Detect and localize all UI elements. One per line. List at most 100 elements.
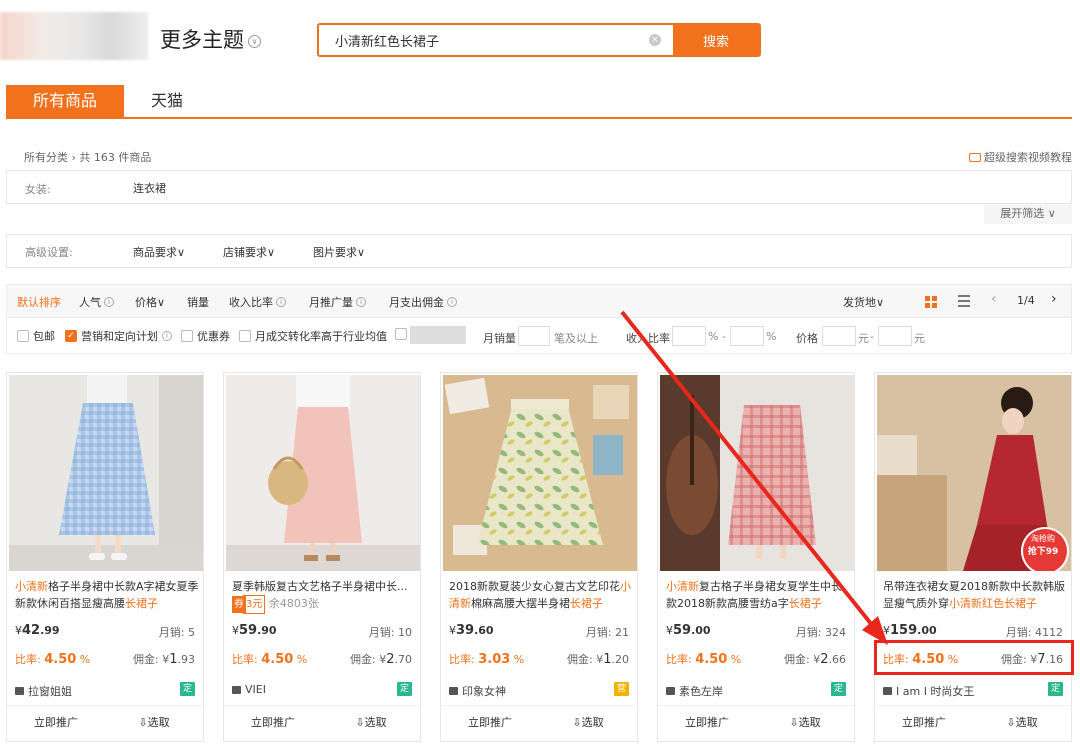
promote-button[interactable]: 立即推广 (224, 706, 322, 741)
product-image[interactable] (443, 375, 637, 571)
shop-name[interactable]: VIEI (232, 683, 266, 696)
next-page-icon[interactable]: › (1051, 291, 1057, 307)
commission-amount: 佣金: ¥1.20 (567, 652, 629, 667)
product-image[interactable]: 淘抢购 抢下99 (877, 375, 1071, 571)
sort-monthly-promotion-label: 月推广量 (309, 296, 353, 309)
free-shipping-label: 包邮 (33, 330, 55, 343)
card-actions: 立即推广 ⇩选取 (875, 705, 1071, 741)
search-input[interactable] (319, 25, 649, 55)
yuan-label: 元 (914, 332, 925, 345)
commission-rate: 比率: 4.50 % (15, 652, 91, 667)
product-image[interactable] (660, 375, 854, 571)
search-box: × 搜索 (317, 23, 761, 57)
grid-view-icon[interactable] (925, 296, 937, 308)
product-image[interactable] (226, 375, 420, 571)
shop-icon (449, 687, 458, 695)
category-label: 女装: (25, 183, 51, 196)
monthly-sales: 月销: 5 (158, 626, 195, 639)
product-title[interactable]: 夏季韩版复古文艺格子半身裙中长... 券 3元 余4803张 (232, 578, 416, 614)
category-value-dress[interactable]: 连衣裙 (133, 180, 166, 196)
plan-badge: 营 (614, 682, 629, 696)
flash-sale-top: 淘抢购 (1031, 534, 1055, 543)
tab-tmall[interactable]: 天猫 (124, 85, 210, 117)
product-price: ¥59.00 (666, 623, 711, 638)
prev-page-icon[interactable]: ‹ (991, 291, 997, 307)
product-card[interactable]: 夏季韩版复古文艺格子半身裙中长... 券 3元 余4803张 ¥59.90 月销:… (223, 372, 421, 742)
shop-name[interactable]: I am I 时尚女王 (883, 683, 974, 699)
price-min-input[interactable] (822, 326, 856, 346)
select-button[interactable]: ⇩选取 (105, 706, 203, 741)
checkbox-checked-icon: ✓ (65, 330, 77, 342)
sort-monthly-commission-label: 月支出佣金 (389, 296, 444, 309)
select-button[interactable]: ⇩选取 (973, 706, 1071, 741)
coupon-label: 优惠券 (197, 330, 230, 343)
ship-from-dropdown[interactable]: 发货地∨ (843, 294, 884, 310)
sort-price[interactable]: 价格∨ (135, 294, 165, 310)
sort-sales[interactable]: 销量 (187, 294, 209, 310)
video-tutorial-link[interactable]: 超级搜索视频教程 (969, 149, 1072, 165)
sort-monthly-promotion[interactable]: 月推广量 i (309, 294, 366, 310)
highlight-box (874, 640, 1074, 675)
expand-filter-button[interactable]: 展开筛选 ∨ (984, 204, 1072, 224)
sort-popularity[interactable]: 人气 i (79, 294, 114, 310)
blurred-logo (0, 12, 148, 60)
product-title[interactable]: 吊带连衣裙女夏2018新款中长款韩版显瘦气质外穿小清新红色长裙子 (883, 578, 1067, 614)
checkbox-free-shipping[interactable]: 包邮 (17, 328, 55, 344)
conversion-label: 月成交转化率高于行业均值 (255, 330, 387, 343)
product-card[interactable]: 2018新款夏装少女心复古文艺印花小清新棉麻高腰大摆半身裙长裙子 ¥39.60 … (440, 372, 638, 742)
shop-name[interactable]: 拉窗姐姐 (15, 683, 72, 699)
checkbox-icon (395, 328, 407, 340)
list-view-icon[interactable] (958, 295, 970, 307)
chevron-down-icon: ∨ (248, 34, 261, 48)
shop-requirements-dropdown[interactable]: 店铺要求∨ (223, 244, 275, 260)
video-tutorial-label: 超级搜索视频教程 (984, 151, 1072, 164)
product-card[interactable]: 小清新复古格子半身裙女夏学生中长款2018新款高腰雪纺a字长裙子 ¥59.00 … (657, 372, 855, 742)
select-button[interactable]: ⇩选取 (756, 706, 854, 741)
sort-sales-label: 销量 (187, 296, 209, 309)
checkbox-icon (17, 330, 29, 342)
info-icon: i (276, 297, 286, 307)
sort-monthly-commission[interactable]: 月支出佣金 i (389, 294, 457, 310)
promote-button[interactable]: 立即推广 (7, 706, 105, 741)
product-image[interactable] (9, 375, 203, 571)
dash-label: - (870, 330, 874, 343)
clear-icon[interactable]: × (649, 34, 661, 46)
product-tabs: 所有商品 天猫 (6, 85, 1072, 119)
coupon-remaining: 余4803张 (268, 597, 319, 610)
shop-name[interactable]: 印象女神 (449, 683, 506, 699)
info-icon: i (162, 331, 172, 341)
checkbox-marketing-plan[interactable]: ✓ 营销和定向计划 i (65, 328, 172, 344)
plan-badge: 定 (1048, 682, 1063, 696)
rate-max-input[interactable] (730, 326, 764, 346)
shop-name[interactable]: 素色左岸 (666, 683, 723, 699)
image-requirements-dropdown[interactable]: 图片要求∨ (313, 244, 365, 260)
category-row: 女装: 连衣裙 (6, 170, 1072, 204)
sort-income-rate[interactable]: 收入比率 i (229, 294, 286, 310)
monthly-sales-input[interactable] (518, 326, 550, 346)
price-max-input[interactable] (878, 326, 912, 346)
tab-all-products[interactable]: 所有商品 (6, 85, 124, 117)
rate-min-input[interactable] (672, 326, 706, 346)
search-button[interactable]: 搜索 (673, 25, 759, 55)
promote-button[interactable]: 立即推广 (658, 706, 756, 741)
product-title[interactable]: 小清新格子半身裙中长款A字裙女夏季新款休闲百搭显瘦高腰长裙子 (15, 578, 199, 614)
product-card[interactable]: 小清新格子半身裙中长款A字裙女夏季新款休闲百搭显瘦高腰长裙子 ¥42.99 月销… (6, 372, 204, 742)
sort-price-label: 价格∨ (135, 296, 166, 309)
select-button[interactable]: ⇩选取 (322, 706, 420, 741)
theme-title-text: 更多主题 (160, 28, 244, 52)
more-themes-button[interactable]: 更多主题 ∨ (160, 24, 261, 54)
monthly-sales-label: 月销量 (483, 332, 516, 345)
header: 更多主题 ∨ × 搜索 (0, 0, 1080, 80)
checkbox-blurred[interactable] (395, 328, 407, 340)
checkbox-conversion[interactable]: 月成交转化率高于行业均值 (239, 328, 387, 344)
product-requirements-dropdown[interactable]: 商品要求∨ (133, 244, 185, 260)
promote-button[interactable]: 立即推广 (441, 706, 539, 741)
product-title[interactable]: 小清新复古格子半身裙女夏学生中长款2018新款高腰雪纺a字长裙子 (666, 578, 850, 614)
product-card[interactable]: 淘抢购 抢下99 吊带连衣裙女夏2018新款中长款韩版显瘦气质外穿小清新红色长裙… (874, 372, 1072, 742)
sort-default[interactable]: 默认排序 (17, 294, 61, 310)
product-title[interactable]: 2018新款夏装少女心复古文艺印花小清新棉麻高腰大摆半身裙长裙子 (449, 578, 633, 614)
promote-button[interactable]: 立即推广 (875, 706, 973, 741)
select-button[interactable]: ⇩选取 (539, 706, 637, 741)
video-icon (969, 152, 981, 162)
checkbox-coupon[interactable]: 优惠券 (181, 328, 230, 344)
